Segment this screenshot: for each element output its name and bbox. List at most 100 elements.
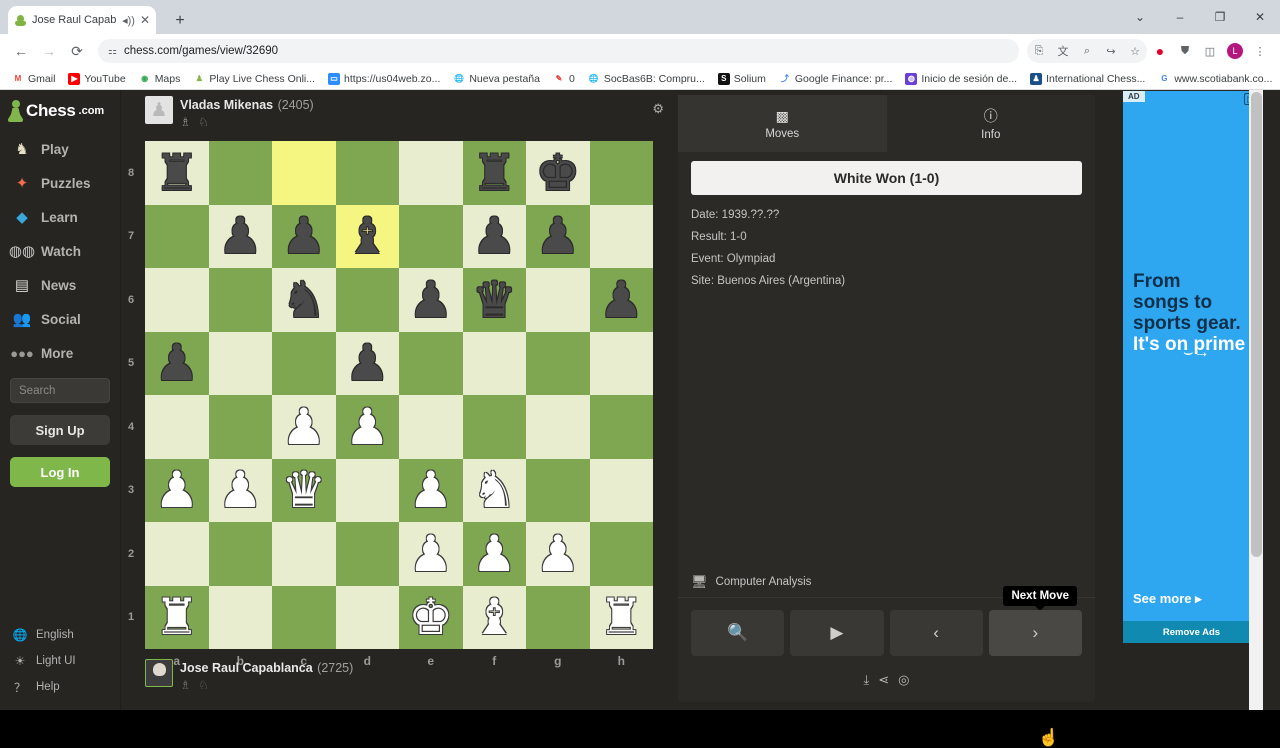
board-square-a2[interactable]: 2 [128, 522, 209, 586]
piece-c6[interactable]: ♞ [281, 275, 326, 325]
share-icon[interactable]: ↪ [1099, 39, 1123, 63]
kebab-menu-icon[interactable]: ⋮ [1248, 39, 1272, 63]
board-square-f5[interactable] [462, 331, 526, 395]
theme-toggle[interactable]: ☀ Light UI [0, 648, 121, 674]
board-square-f6[interactable]: ♛ [462, 268, 526, 332]
piece-a1[interactable]: ♜ [154, 592, 199, 642]
board-square-a4[interactable]: 4 [128, 395, 209, 459]
board-square-e4[interactable] [399, 395, 463, 459]
board-square-h7[interactable] [589, 204, 653, 268]
board-square-d7[interactable]: ♝ [335, 204, 399, 268]
board-square-g2[interactable]: ♟ [526, 522, 590, 586]
board-square-a5[interactable]: ♟ 5 [128, 331, 209, 395]
reload-icon[interactable]: ⟳ [64, 38, 90, 64]
board-square-b6[interactable] [208, 268, 272, 332]
board-square-d1[interactable]: d [335, 585, 399, 668]
sidebar-item-play[interactable]: ♞ Play [0, 132, 120, 166]
sidebar-item-social[interactable]: 👥 Social [0, 302, 120, 336]
piece-g8[interactable]: ♚ [535, 148, 580, 198]
previous-move-button[interactable]: ‹ [889, 610, 983, 656]
bookmark-item[interactable]: 🌐 SocBas6B: Compru... [582, 71, 711, 87]
scrollbar-thumb[interactable] [1251, 92, 1262, 557]
board-square-g3[interactable] [526, 458, 590, 522]
board-square-d5[interactable]: ♟ [335, 331, 399, 395]
board-square-b3[interactable]: ♟ [208, 458, 272, 522]
download-icon[interactable]: ⤓ [864, 672, 870, 688]
close-icon[interactable]: ✕ [140, 14, 150, 26]
opera-icon[interactable]: ● [1148, 39, 1172, 63]
piece-c4[interactable]: ♟ [281, 402, 326, 452]
board-square-e7[interactable] [399, 204, 463, 268]
bookmark-item[interactable]: Gwww.scotiabank.co... [1152, 71, 1278, 87]
board-square-f2[interactable]: ♟ [462, 522, 526, 586]
piece-c3[interactable]: ♛ [281, 465, 326, 515]
board-square-e1[interactable]: ♚ e [399, 585, 463, 668]
target-icon[interactable]: ◎ [898, 672, 909, 688]
language-selector[interactable]: 🌐 English [0, 622, 121, 648]
translate-icon[interactable]: 文 [1051, 39, 1075, 63]
board-square-c6[interactable]: ♞ [272, 268, 336, 332]
next-move-button[interactable]: › [988, 610, 1082, 656]
piece-e6[interactable]: ♟ [408, 275, 453, 325]
tab-info[interactable]: ⓘ Info [887, 95, 1096, 152]
piece-g7[interactable]: ♟ [535, 211, 580, 261]
tune-icon[interactable]: ⚏ [108, 46, 117, 57]
board-square-b7[interactable]: ♟ [208, 204, 272, 268]
board-square-g5[interactable] [526, 331, 590, 395]
bookmark-item[interactable]: 🌐 Nueva pestaña [447, 71, 546, 87]
bookmark-item[interactable]: ♟ Play Live Chess Onli... [187, 71, 321, 87]
maximize-icon[interactable]: ❐ [1200, 0, 1240, 34]
board-square-b5[interactable] [208, 331, 272, 395]
board-square-g6[interactable] [526, 268, 590, 332]
board-square-f1[interactable]: ♝ f [462, 585, 526, 668]
advertisement[interactable]: AD ▷ From songs to sports gear. It's on … [1123, 91, 1260, 621]
board-square-d8[interactable] [335, 141, 399, 205]
board-square-e5[interactable] [399, 331, 463, 395]
board-square-b2[interactable] [208, 522, 272, 586]
sidebar-item-learn[interactable]: ◆ Learn [0, 200, 120, 234]
bookmark-item[interactable]: ◍ Inicio de sesión de... [899, 71, 1023, 87]
board-square-f4[interactable] [462, 395, 526, 459]
piece-c7[interactable]: ♟ [281, 211, 326, 261]
board-square-e2[interactable]: ♟ [399, 522, 463, 586]
page-scrollbar[interactable] [1249, 90, 1263, 710]
bookmark-star-icon[interactable]: ☆ [1123, 39, 1147, 63]
piece-d7[interactable]: ♝ [345, 211, 390, 261]
sidepanel-icon[interactable]: ◫ [1198, 39, 1222, 63]
board-square-f7[interactable]: ♟ [462, 204, 526, 268]
analysis-zoom-button[interactable]: 🔍 [691, 610, 785, 656]
board-square-a1[interactable]: ♜ 1 a [128, 585, 209, 668]
avatar[interactable]: ♟ [145, 96, 173, 124]
avatar[interactable] [145, 659, 173, 687]
board-square-h1[interactable]: ♜ h [589, 585, 653, 668]
bookmark-item[interactable]: ▶ YouTube [62, 71, 131, 87]
minimize-icon[interactable]: – [1160, 0, 1200, 34]
board-square-d2[interactable] [335, 522, 399, 586]
board-square-h6[interactable]: ♟ [589, 268, 653, 332]
chess-board[interactable]: ♜ 8 ♜ ♚ 7 ♟ ♟ ♝ ♟ ♟ 6 ♞ ♟ ♛ ♟ ♟ 5 ♟ 4 ♟ ♟ ♟ 3 ♟ ♛ ♟ ♞ 2 ♟ ♟ ♟ ♜ 1 a b c d ♚ e ♝… [128, 141, 653, 668]
gear-icon[interactable]: ⚙ [652, 101, 664, 117]
board-square-d4[interactable]: ♟ [335, 395, 399, 459]
piece-a3[interactable]: ♟ [154, 465, 199, 515]
speaker-icon[interactable]: ◂)) [122, 14, 135, 27]
piece-b3[interactable]: ♟ [218, 465, 263, 515]
play-button[interactable]: ▶ [790, 610, 884, 656]
board-square-c7[interactable]: ♟ [272, 204, 336, 268]
piece-f1[interactable]: ♝ [472, 592, 517, 642]
sign-up-button[interactable]: Sign Up [10, 415, 110, 445]
bookmark-item[interactable]: M Gmail [6, 71, 61, 87]
board-square-c4[interactable]: ♟ [272, 395, 336, 459]
piece-d5[interactable]: ♟ [345, 338, 390, 388]
piece-e3[interactable]: ♟ [408, 465, 453, 515]
board-square-h8[interactable] [589, 141, 653, 205]
extension-icon[interactable]: ⛊ [1173, 39, 1197, 63]
board-square-h5[interactable] [589, 331, 653, 395]
see-more-link[interactable]: See more ▸ [1133, 591, 1202, 607]
piece-d4[interactable]: ♟ [345, 402, 390, 452]
zoom-icon[interactable]: ⌕ [1075, 39, 1099, 63]
sidebar-item-more[interactable]: ●●● More [0, 336, 120, 370]
piece-f7[interactable]: ♟ [472, 211, 517, 261]
chess-com-logo[interactable]: Chess .com [0, 90, 120, 132]
board-square-a7[interactable]: 7 [128, 204, 209, 268]
board-square-b1[interactable]: b [208, 585, 272, 668]
